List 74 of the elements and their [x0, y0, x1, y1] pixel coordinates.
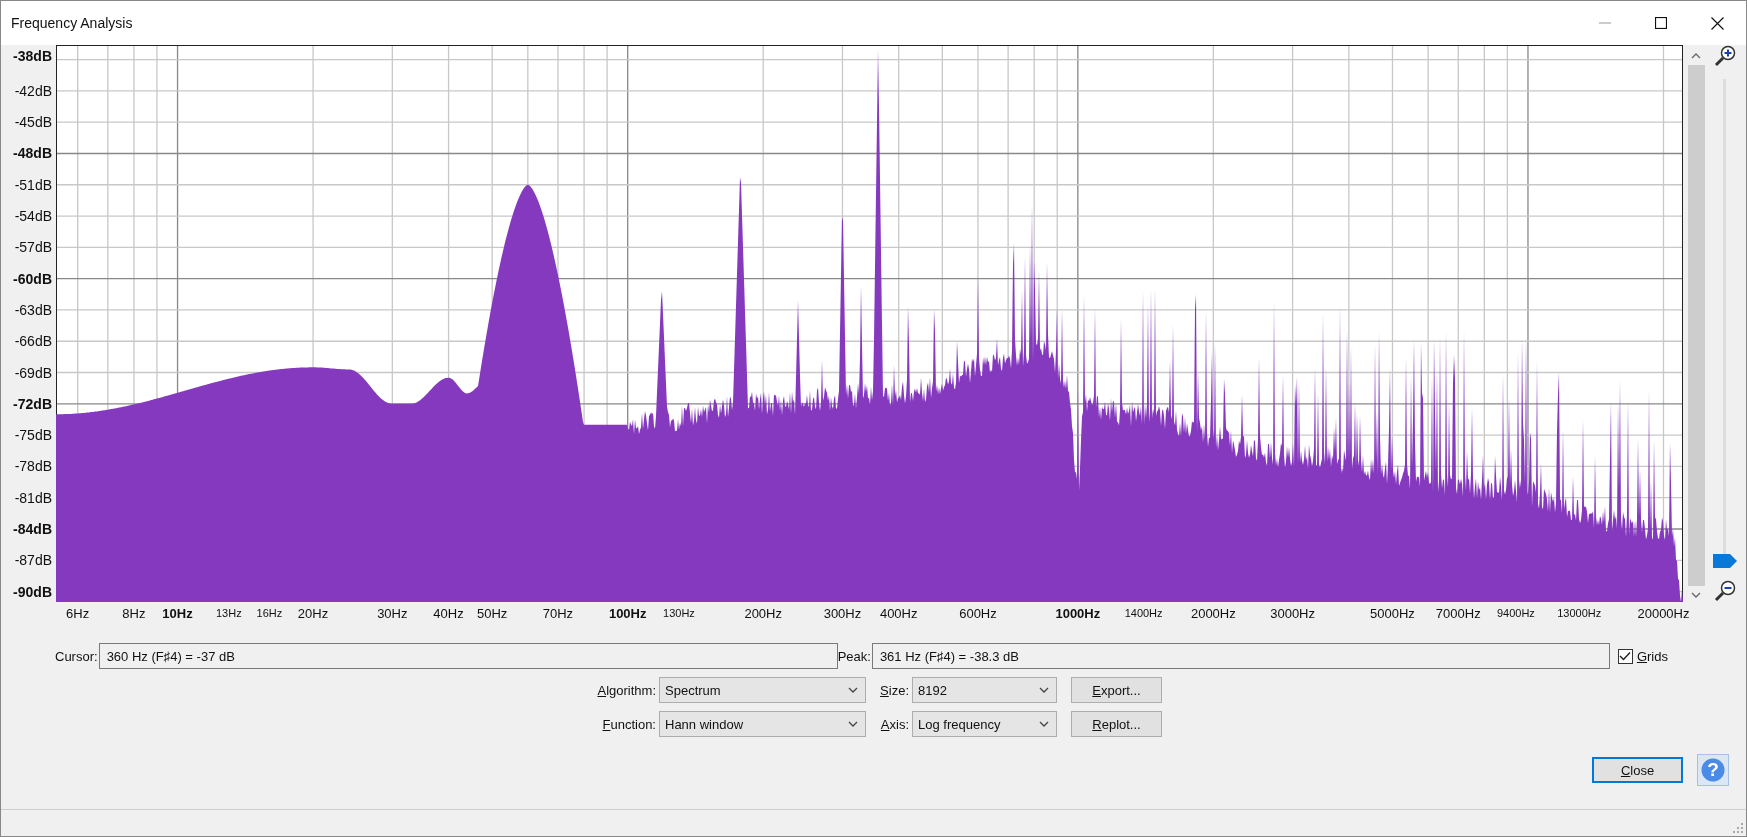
- y-axis-label: -57dB: [14, 238, 52, 257]
- peak-readout-field: 361 Hz (F♯4) = -38.3 dB: [871, 643, 1610, 669]
- x-axis-label: 8Hz: [122, 606, 146, 621]
- x-axis-label: 13Hz: [216, 607, 242, 619]
- y-axis-label: -51dB: [14, 175, 52, 194]
- x-axis-label: 400Hz: [879, 606, 918, 621]
- y-axis-label: -75dB: [14, 426, 52, 445]
- algorithm-dropdown[interactable]: Spectrum: [659, 677, 866, 703]
- x-axis-label: 7000Hz: [1435, 606, 1481, 621]
- x-axis-label: 130Hz: [663, 607, 695, 619]
- y-axis-label: -72dB: [13, 394, 52, 413]
- cursor-readout-field: 360 Hz (F♯4) = -37 dB: [98, 643, 838, 669]
- x-axis-label: 9400Hz: [1496, 607, 1535, 619]
- peak-label: Peak:: [837, 648, 871, 664]
- x-axis-label: 20000Hz: [1637, 606, 1690, 621]
- y-axis-label: -63dB: [14, 300, 52, 319]
- y-axis-label: -84dB: [13, 520, 52, 538]
- x-axis-label: 100Hz: [608, 606, 647, 621]
- grids-checkbox[interactable]: [1617, 648, 1633, 664]
- x-axis-label: 16Hz: [256, 607, 283, 619]
- close-button[interactable]: Close: [1592, 757, 1683, 783]
- y-axis-label: -69dB: [14, 363, 52, 382]
- x-axis-label: 1000Hz: [1055, 606, 1101, 621]
- resize-grip-icon[interactable]: [1733, 823, 1743, 833]
- x-axis-label: 50Hz: [477, 606, 508, 621]
- x-axis-label: 600Hz: [959, 606, 997, 621]
- y-axis-label: -60dB: [13, 269, 52, 288]
- x-axis-label: 300Hz: [823, 606, 862, 621]
- x-axis-label: 70Hz: [542, 606, 574, 621]
- function-label: Function:: [601, 716, 656, 732]
- y-axis-label: -38dB: [13, 47, 52, 66]
- caret-icon: [1039, 721, 1049, 727]
- size-dropdown[interactable]: 8192: [912, 677, 1057, 703]
- close-icon[interactable]: [1711, 16, 1724, 30]
- zoom-in-icon[interactable]: [1714, 45, 1736, 67]
- cursor-label: Cursor:: [55, 648, 98, 664]
- replot-button[interactable]: Replot...: [1071, 711, 1162, 737]
- x-axis-label: 5000Hz: [1370, 606, 1415, 621]
- algorithm-label: Algorithm:: [596, 682, 656, 698]
- caret-icon: [848, 687, 858, 693]
- x-axis-label: 2000Hz: [1190, 606, 1236, 621]
- x-axis-label: 30Hz: [377, 606, 408, 621]
- y-axis-label: -48dB: [13, 144, 52, 163]
- function-dropdown[interactable]: Hann window: [659, 711, 866, 737]
- y-axis-label: -66dB: [14, 332, 52, 351]
- y-axis-label: -90dB: [13, 582, 52, 601]
- x-axis-label: 10Hz: [162, 606, 193, 621]
- axis-label: Axis:: [879, 716, 909, 732]
- scrollbar-thumb[interactable]: [1687, 65, 1705, 586]
- y-axis-label: -87dB: [14, 551, 52, 570]
- y-axis-label: -78dB: [14, 457, 52, 476]
- x-axis-label: 3000Hz: [1270, 606, 1315, 621]
- x-axis-label: 20Hz: [297, 606, 329, 621]
- maximize-icon[interactable]: [1655, 17, 1667, 29]
- caret-icon: [848, 721, 858, 727]
- x-axis-label: 200Hz: [744, 606, 782, 621]
- zoom-out-icon[interactable]: [1714, 580, 1736, 602]
- y-axis-label: -54dB: [14, 207, 52, 226]
- x-axis-label: 13000Hz: [1557, 607, 1602, 619]
- x-axis-label: 40Hz: [433, 606, 464, 621]
- y-axis-label: -45dB: [14, 113, 52, 132]
- window-title: Frequency Analysis: [11, 15, 133, 31]
- zoom-slider-thumb[interactable]: [1713, 554, 1737, 568]
- x-axis-label: 1400Hz: [1124, 607, 1163, 619]
- export-button[interactable]: Export...: [1071, 677, 1162, 703]
- scroll-down-icon[interactable]: [1691, 592, 1701, 598]
- scroll-up-icon[interactable]: [1691, 53, 1701, 59]
- caret-icon: [1039, 687, 1049, 693]
- axis-dropdown[interactable]: Log frequency: [912, 711, 1057, 737]
- grids-label[interactable]: Grids: [1636, 648, 1668, 664]
- size-label: Size:: [879, 682, 909, 698]
- x-axis-label: 6Hz: [66, 606, 90, 621]
- y-axis-label: -81dB: [14, 488, 52, 507]
- y-axis-label: -42dB: [14, 81, 52, 100]
